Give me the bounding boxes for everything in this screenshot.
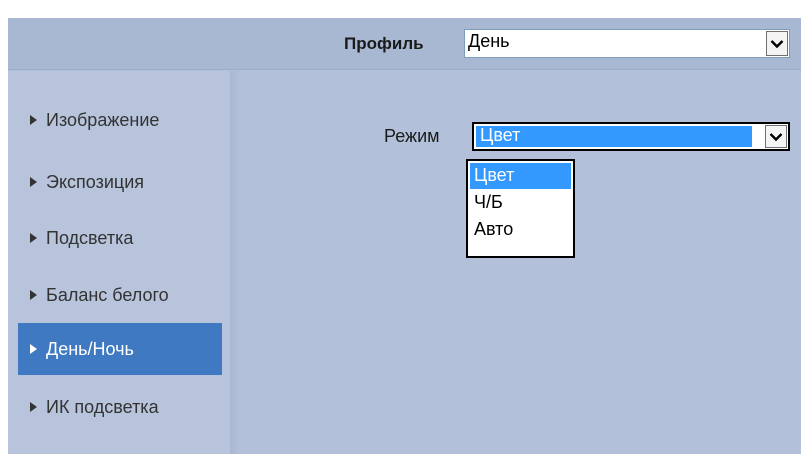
profile-dropdown-button[interactable]: [766, 31, 788, 56]
sidebar-item-image[interactable]: Изображение: [18, 94, 222, 146]
profile-bar: Профиль День: [8, 18, 801, 70]
sidebar-item-label: Баланс белого: [46, 284, 169, 305]
sidebar-item-label: День/Ночь: [46, 338, 134, 359]
mode-dropdown-button[interactable]: [765, 125, 787, 148]
mode-select-value: Цвет: [480, 125, 521, 145]
triangle-right-icon: [30, 233, 37, 243]
chevron-down-icon: [769, 132, 783, 141]
profile-select-value: День: [468, 31, 510, 51]
sidebar-item-white-balance[interactable]: Баланс белого: [18, 269, 222, 321]
chevron-down-icon: [770, 39, 784, 48]
mode-label: Режим: [384, 126, 440, 146]
mode-option-bw[interactable]: Ч/Б: [470, 190, 571, 216]
sidebar-divider: [230, 71, 240, 454]
triangle-right-icon: [30, 344, 37, 354]
mode-option-auto[interactable]: Авто: [470, 217, 571, 243]
sidebar-item-exposure[interactable]: Экспозиция: [18, 156, 222, 208]
sidebar-item-day-night[interactable]: День/Ночь: [18, 323, 222, 375]
mode-option-color[interactable]: Цвет: [470, 163, 571, 189]
sidebar-item-label: Экспозиция: [46, 171, 144, 192]
sidebar-item-label: Изображение: [46, 109, 160, 130]
sidebar-item-label: Подсветка: [46, 227, 134, 248]
sidebar-item-backlight[interactable]: Подсветка: [18, 212, 222, 264]
sidebar-item-label: ИК подсветка: [46, 396, 159, 417]
triangle-right-icon: [30, 290, 37, 300]
mode-options-list: Цвет Ч/Б Авто: [466, 159, 575, 258]
mode-select[interactable]: Цвет: [472, 122, 790, 151]
sidebar-item-ir-light[interactable]: ИК подсветка: [18, 381, 222, 433]
sidebar-menu: Изображение Экспозиция Подсветка Баланс …: [8, 71, 230, 454]
profile-label: Профиль: [344, 34, 424, 53]
triangle-right-icon: [30, 115, 37, 125]
triangle-right-icon: [30, 402, 37, 412]
settings-panel: Профиль День Изображение Экспозиция Подс…: [8, 18, 801, 454]
triangle-right-icon: [30, 177, 37, 187]
profile-select[interactable]: День: [464, 29, 790, 58]
